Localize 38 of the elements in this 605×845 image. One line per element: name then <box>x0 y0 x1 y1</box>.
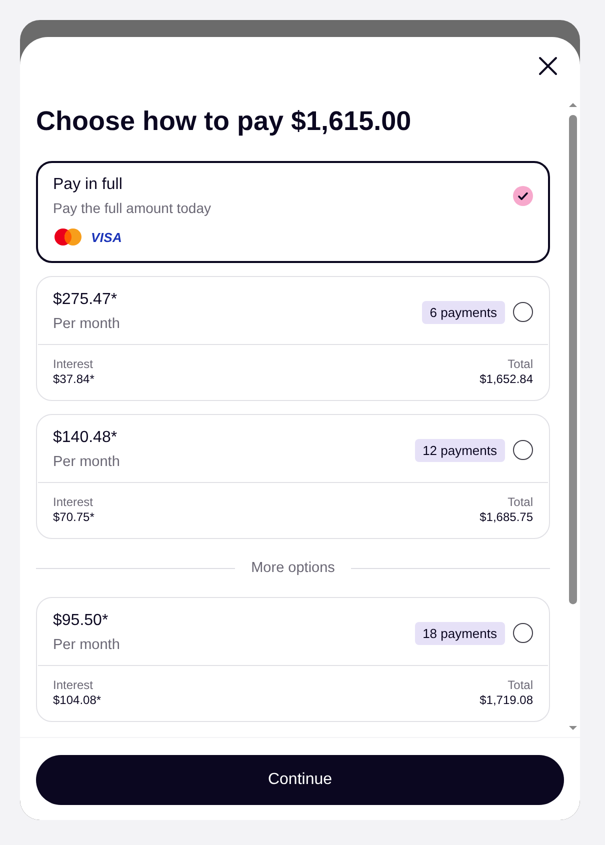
continue-button[interactable]: Continue <box>36 755 564 805</box>
total-value: $1,685.75 <box>480 510 533 524</box>
mastercard-icon <box>53 227 83 247</box>
period-label: Per month <box>53 453 121 472</box>
monthly-amount: $140.48* <box>53 428 118 448</box>
dialog-title: Choose how to pay $1,615.00 <box>36 105 412 138</box>
payment-option[interactable]: $140.48* Per month 12 payments Interest $70.75* Total $1,685.75 <box>36 414 550 539</box>
total-value: $1,719.08 <box>480 693 533 707</box>
option-subtitle: Pay the full amount today <box>53 199 212 217</box>
section-divider-label: More options <box>251 560 335 576</box>
option-title: Pay in full <box>53 175 124 195</box>
interest-value: $70.75* <box>53 510 94 524</box>
radio-button[interactable] <box>513 302 533 322</box>
payment-option[interactable]: Pay in full Pay the full amount today VISA <box>36 161 550 263</box>
interest-label: Interest <box>53 495 94 509</box>
monthly-amount: $95.50* <box>53 611 110 631</box>
total-value: $1,652.84 <box>480 372 533 386</box>
payments-badge: 18 payments <box>414 622 505 644</box>
interest-label: Interest <box>53 357 94 371</box>
payment-option[interactable]: $95.50* Per month 18 payments Interest $104.08* Total $1,719.08 <box>36 597 550 722</box>
period-label: Per month <box>53 636 121 655</box>
radio-button[interactable] <box>513 623 533 643</box>
monthly-amount: $275.47* <box>53 290 118 310</box>
total-label: Total <box>508 495 533 509</box>
close-button[interactable] <box>536 54 560 78</box>
payments-badge: 6 payments <box>422 300 505 324</box>
check-icon <box>517 190 529 202</box>
payment-option[interactable]: $275.47* Per month 6 payments Interest $37.84* Total $1,652.84 <box>36 276 550 401</box>
total-label: Total <box>508 678 533 692</box>
period-label: Per month <box>53 315 121 334</box>
checked-radio[interactable] <box>513 186 533 206</box>
interest-value: $37.84* <box>53 372 94 386</box>
payments-badge: 12 payments <box>414 438 505 462</box>
interest-value: $104.08* <box>53 693 102 707</box>
total-label: Total <box>508 357 533 371</box>
visa-logo: VISA <box>91 230 122 244</box>
radio-button[interactable] <box>513 440 533 460</box>
interest-label: Interest <box>53 678 94 692</box>
